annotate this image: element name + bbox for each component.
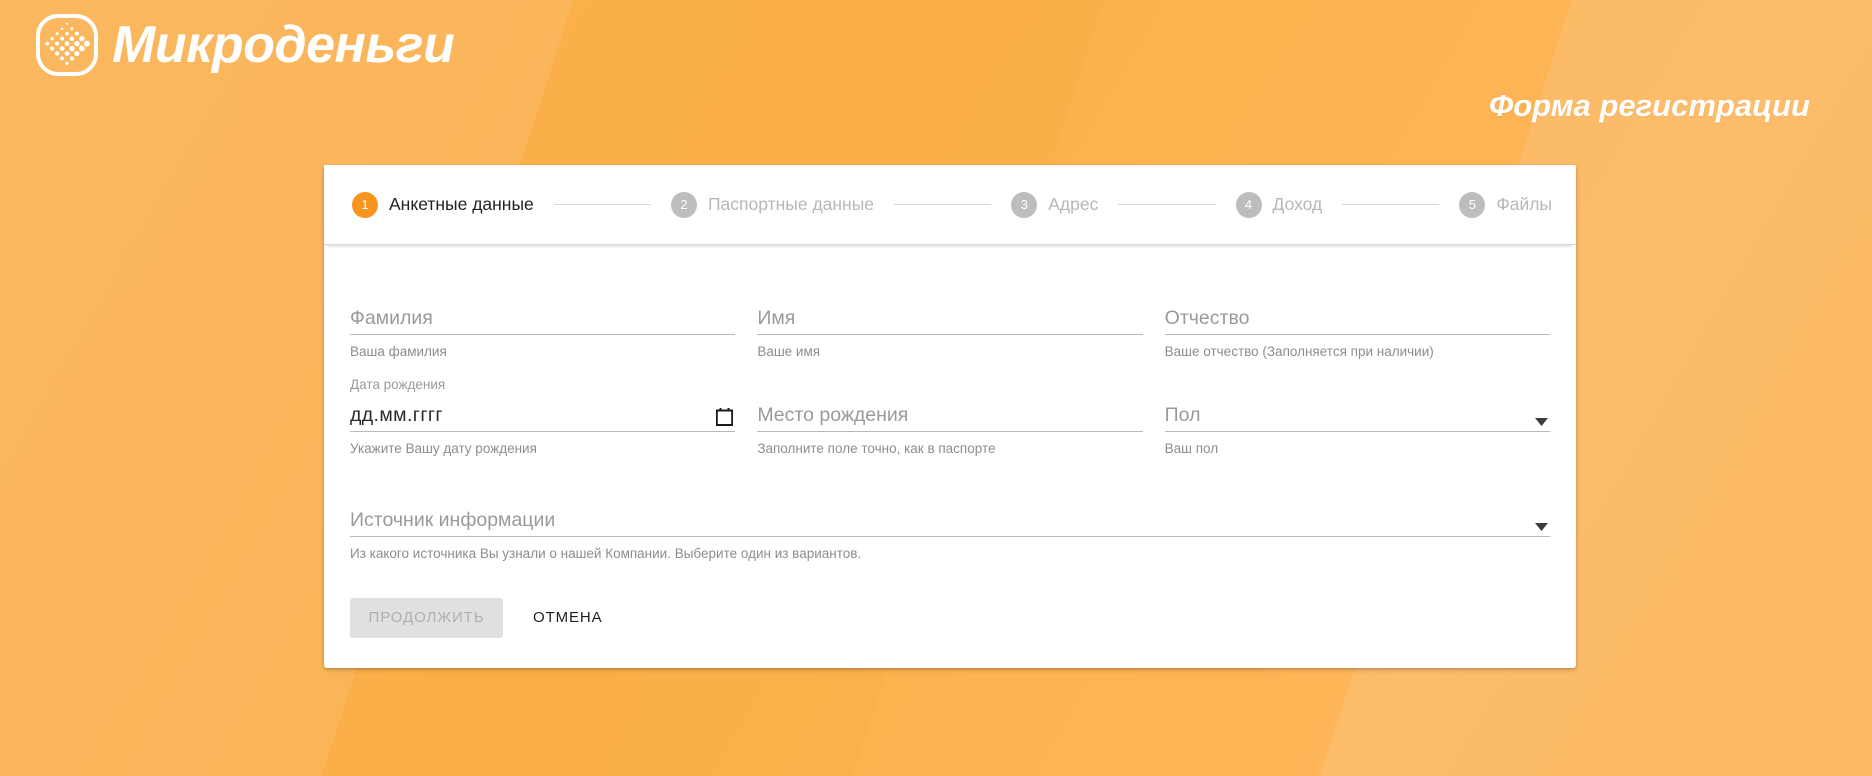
birth-date-input[interactable]: дд.мм.гггг [350, 398, 736, 433]
field-last-name: Фамилия Ваша фамилия [350, 293, 736, 360]
step-3-number: 3 [1011, 191, 1038, 218]
step-2-number: 2 [670, 191, 697, 218]
step-5-number: 5 [1459, 191, 1486, 218]
field-birth-date: Дата рождения дд.мм.гггг Укажите Вашу да… [350, 378, 736, 457]
registration-page: Микроденьги Форма регистрации 1 Анкетные… [0, 0, 1872, 776]
info-source-select[interactable]: Источник информации [350, 503, 1550, 538]
field-birth-place: Место рождения Заполните поле точно, как… [757, 390, 1143, 457]
birth-place-hint: Заполните поле точно, как в паспорте [757, 441, 996, 457]
gender-hint: Ваш пол [1164, 441, 1219, 457]
form-row-birth: Дата рождения дд.мм.гггг Укажите Вашу да… [350, 378, 1550, 457]
last-name-placeholder: Фамилия [350, 306, 433, 329]
calendar-icon[interactable] [716, 408, 734, 427]
last-name-hint: Ваша фамилия [350, 344, 447, 359]
gender-placeholder: Пол [1164, 403, 1201, 426]
registration-form: Фамилия Ваша фамилия Имя Ваше имя Отчест… [324, 245, 1576, 668]
middle-name-placeholder: Отчество [1164, 306, 1250, 329]
gender-select[interactable]: Пол [1164, 398, 1550, 433]
step-3-label: Адрес [1048, 194, 1099, 214]
field-middle-name: Отчество Ваше отчество (Заполняется при … [1164, 293, 1550, 360]
step-1-anketnye-dannye[interactable]: 1 Анкетные данные [350, 184, 536, 226]
birth-place-input[interactable]: Место рождения [757, 398, 1143, 433]
field-first-name: Имя Ваше имя [757, 293, 1143, 360]
step-connector-1 [553, 204, 651, 205]
first-name-placeholder: Имя [757, 306, 796, 329]
page-header: Микроденьги Форма регистрации [0, 0, 1872, 150]
step-connector-4 [1342, 204, 1440, 205]
info-source-hint: Из какого источника Вы узнали о нашей Ко… [350, 546, 862, 562]
last-name-input[interactable]: Фамилия [350, 301, 736, 335]
submit-button[interactable]: ПРОДОЛЖИТЬ [350, 597, 503, 638]
form-actions: ПРОДОЛЖИТЬ ОТМЕНА [350, 597, 1550, 638]
brand-name: Микроденьги [112, 16, 455, 74]
step-5-label: Файлы [1496, 194, 1553, 214]
middle-name-input[interactable]: Отчество [1164, 301, 1550, 335]
chevron-down-icon[interactable] [1535, 523, 1548, 532]
birth-date-hint: Укажите Вашу дату рождения [350, 441, 537, 457]
field-gender: Пол Ваш пол [1164, 390, 1550, 457]
step-connector-2 [894, 204, 992, 205]
diamond-dots-squircle-icon [36, 14, 98, 76]
field-info-source: Источник информации Из какого источника … [350, 495, 1550, 562]
registration-card: 1 Анкетные данные 2 Паспортные данные 3 … [324, 165, 1576, 668]
stepper: 1 Анкетные данные 2 Паспортные данные 3 … [324, 165, 1576, 245]
birth-date-label: Дата рождения [350, 377, 446, 393]
info-source-placeholder: Источник информации [350, 508, 556, 531]
first-name-input[interactable]: Имя [757, 301, 1143, 335]
middle-name-hint: Ваше отчество (Заполняется при наличии) [1164, 344, 1434, 359]
step-1-number: 1 [352, 191, 378, 218]
page-title: Форма регистрации [1489, 88, 1810, 123]
step-2-pasportnye-dannye[interactable]: 2 Паспортные данные [669, 184, 876, 226]
brand-logo[interactable]: Микроденьги [36, 14, 455, 76]
step-5-fajly[interactable]: 5 Файлы [1457, 184, 1554, 226]
form-row-names: Фамилия Ваша фамилия Имя Ваше имя Отчест… [350, 293, 1550, 360]
birth-date-value: дд.мм.гггг [350, 403, 443, 426]
cancel-button[interactable]: ОТМЕНА [515, 598, 621, 638]
step-3-adres[interactable]: 3 Адрес [1009, 184, 1100, 226]
step-1-label: Анкетные данные [389, 194, 534, 214]
birth-place-placeholder: Место рождения [757, 403, 909, 426]
step-4-number: 4 [1235, 191, 1262, 218]
first-name-hint: Ваше имя [757, 344, 821, 359]
step-4-label: Доход [1272, 194, 1323, 214]
step-2-label: Паспортные данные [707, 194, 875, 214]
form-row-info-source: Источник информации Из какого источника … [350, 495, 1550, 562]
chevron-down-icon[interactable] [1534, 418, 1548, 427]
step-4-dohod[interactable]: 4 Доход [1234, 184, 1325, 226]
step-connector-3 [1118, 204, 1216, 205]
